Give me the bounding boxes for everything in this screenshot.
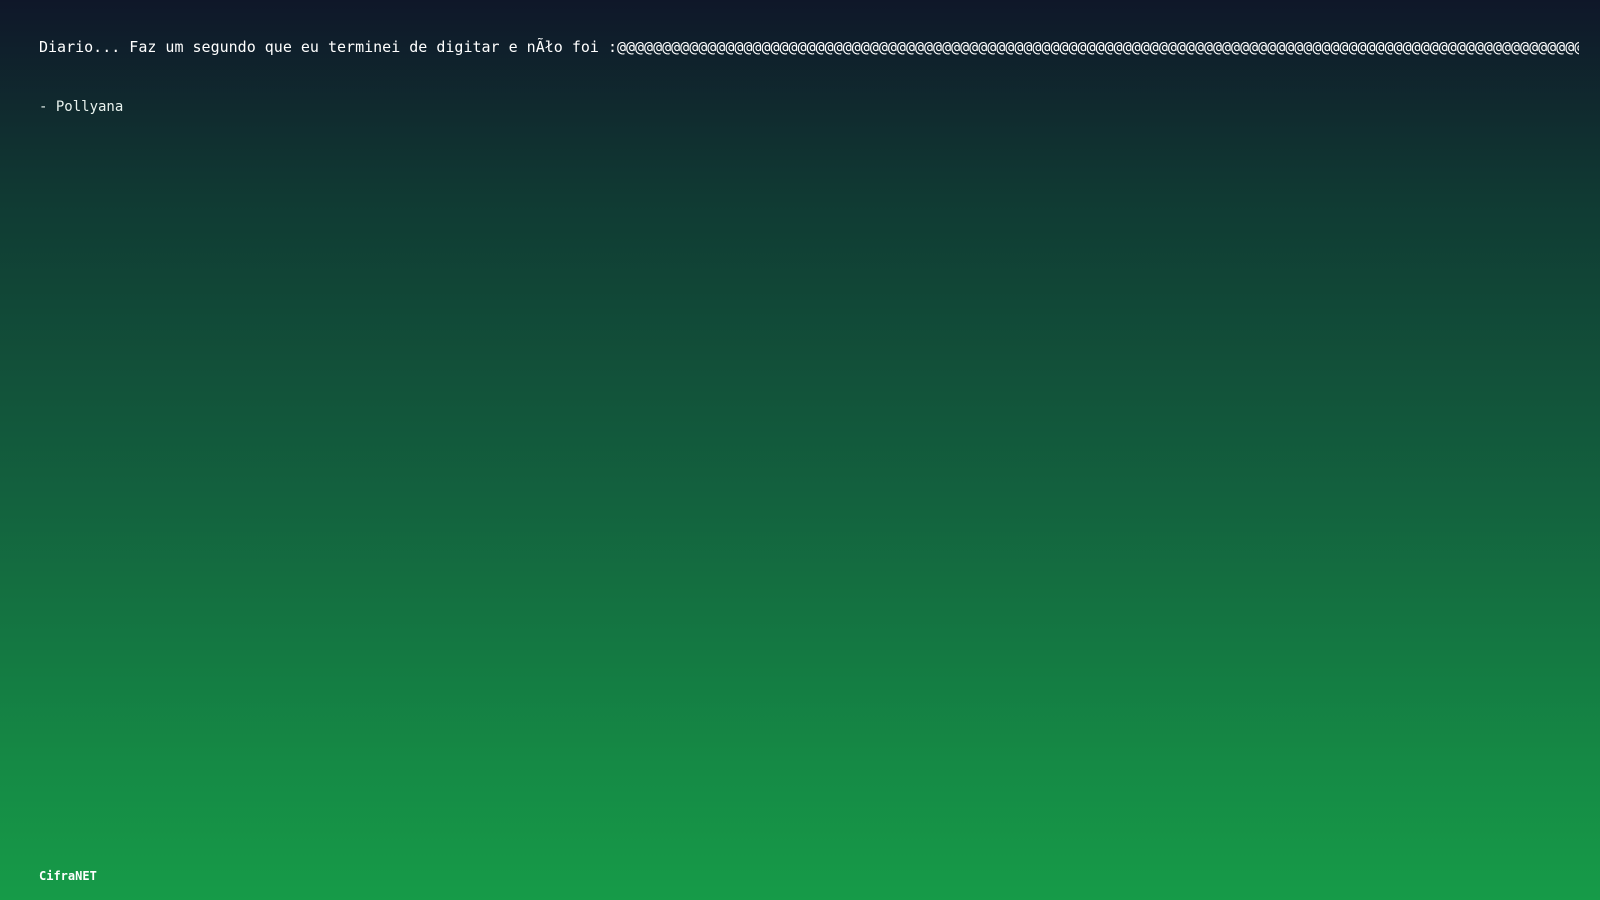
quote-text: Diario... Faz um segundo que eu terminei… [39, 38, 1579, 56]
brand-label: CifraNET [39, 869, 97, 883]
quote-author: - Pollyana [39, 99, 124, 115]
